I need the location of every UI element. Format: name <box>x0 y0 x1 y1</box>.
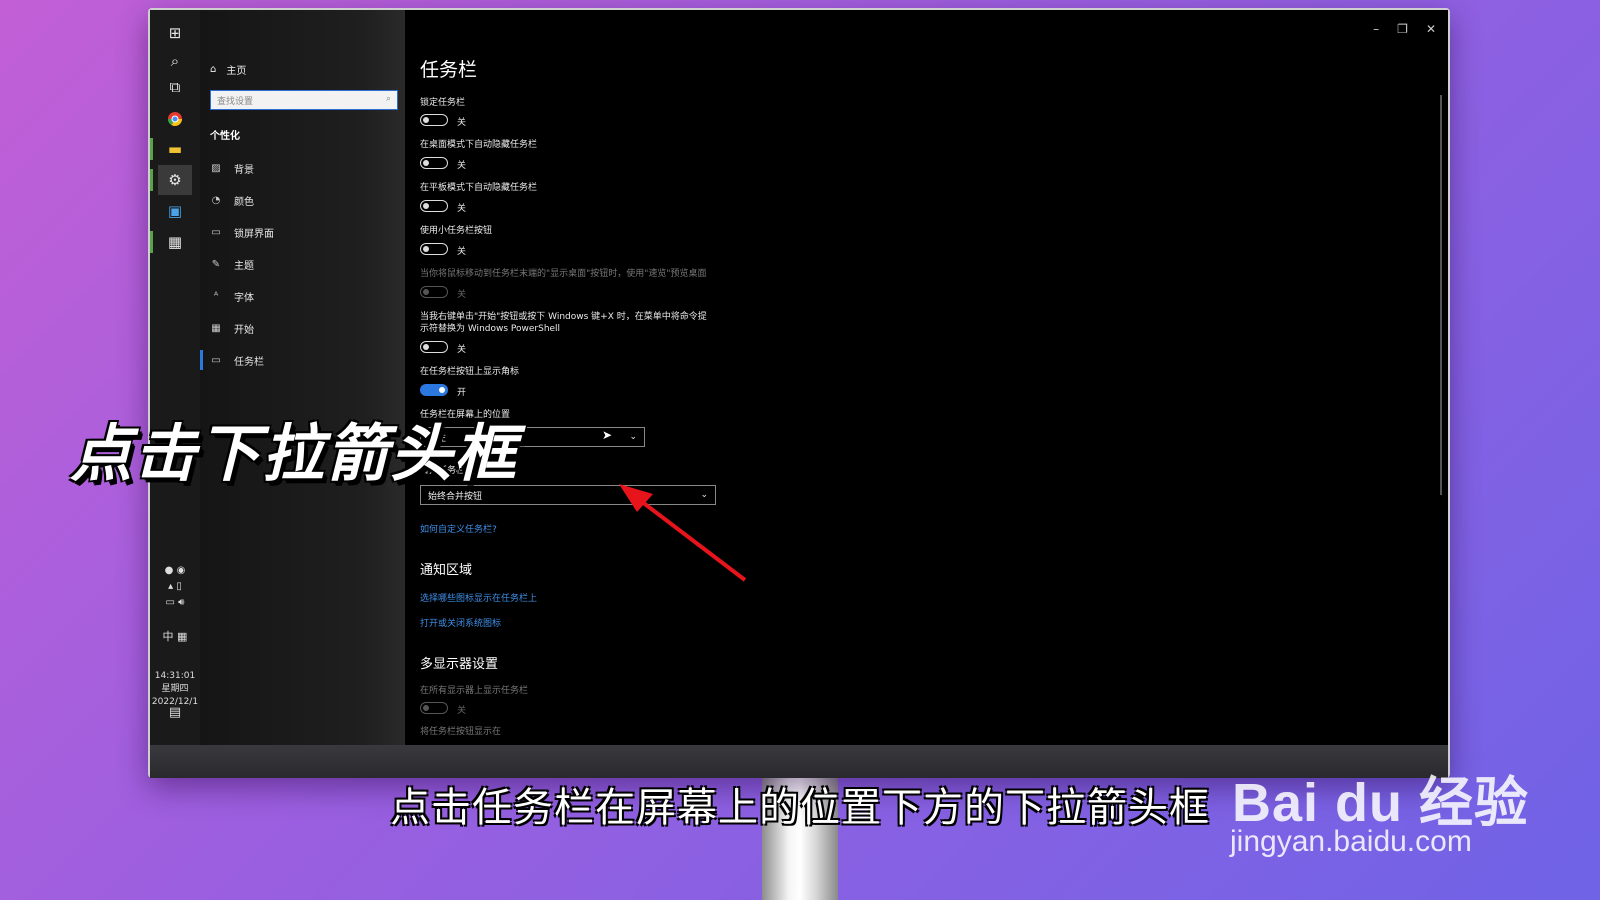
toggle-state: 关 <box>457 161 467 171</box>
setting-label: 在平板模式下自动隐藏任务栏 <box>420 183 538 193</box>
tray-icons[interactable]: ● ◉ <box>150 565 200 576</box>
monitor-frame: ⊞ ⌕ ⧉ ▬ ⚙ ▣ ▦ ● ◉ ▴ ▯ ▭ 🔊︎ 中 ▦ 14:31:01 … <box>148 8 1450 778</box>
font-icon: ᴬ <box>213 290 219 302</box>
powershell-toggle[interactable] <box>420 341 448 353</box>
multi-display-heading: 多显示器设置 <box>420 657 499 672</box>
clock[interactable]: 14:31:01 星期四 2022/12/1 <box>150 670 200 709</box>
nav-item-background[interactable]: ▨ 背景 <box>210 158 254 178</box>
toggle-state: 关 <box>457 706 467 716</box>
nav-section-title: 个性化 <box>210 131 240 142</box>
nav-item-fonts[interactable]: ᴬ 字体 <box>210 286 254 306</box>
peek-toggle <box>420 286 448 298</box>
file-explorer-icon[interactable]: ▬ <box>150 134 192 164</box>
restore-icon[interactable]: ❐ <box>1397 22 1408 36</box>
toggle-state: 关 <box>457 290 467 300</box>
red-arrow-annotation <box>619 484 747 582</box>
lock-taskbar-toggle[interactable] <box>420 114 448 126</box>
setting-label: 当我右键单击"开始"按钮或按下 Windows 键+X 时，在菜单中将命令提示符… <box>420 312 707 334</box>
toggle-state: 关 <box>457 118 467 128</box>
notify-heading: 通知区域 <box>420 563 473 578</box>
ime-indicator[interactable]: 中 ▦ <box>150 628 200 644</box>
scrollbar[interactable] <box>1440 95 1442 495</box>
theme-icon: ✎ <box>211 258 221 270</box>
setting-label: 使用小任务栏按钮 <box>420 226 493 236</box>
settings-app-icon[interactable]: ⚙ <box>150 165 192 195</box>
autohide-tablet-toggle[interactable] <box>420 200 448 212</box>
minimize-icon[interactable]: – <box>1373 22 1379 36</box>
nav-item-themes[interactable]: ✎ 主题 <box>210 254 254 274</box>
nav-item-colors[interactable]: ◔ 颜色 <box>210 190 254 210</box>
notify-icons-link[interactable]: 选择哪些图标显示在任务栏上 <box>420 591 537 604</box>
photos-app-icon[interactable]: ▣ <box>158 196 192 226</box>
setting-label: 在桌面模式下自动隐藏任务栏 <box>420 140 538 150</box>
lockscreen-icon: ▭ <box>211 226 221 238</box>
small-buttons-toggle[interactable] <box>420 243 448 255</box>
multi-display-label: 在所有显示器上显示任务栏 <box>420 686 529 696</box>
usb-icon[interactable]: ▴ ▯ <box>150 581 200 592</box>
badges-toggle[interactable] <box>420 384 448 396</box>
chrome-app-icon[interactable] <box>158 104 192 134</box>
mouse-cursor-icon: ➤ <box>602 428 613 442</box>
settings-nav: ⌂ 主页 查找设置 ⌕ 个性化 ▨ 背景 ◔ 颜色 ▭ 锁屏界面 ✎ 主题 ᴬ … <box>200 10 405 745</box>
multi-display-toggle <box>420 702 448 714</box>
windows-taskbar: ⊞ ⌕ ⧉ ▬ ⚙ ▣ ▦ ● ◉ ▴ ▯ ▭ 🔊︎ 中 ▦ 14:31:01 … <box>150 10 200 745</box>
notification-icon[interactable]: ▤ <box>150 705 200 720</box>
customize-link[interactable]: 如何自定义任务栏? <box>420 522 497 535</box>
start-icon: ▦ <box>211 322 221 334</box>
taskbar-icon: ▭ <box>211 354 221 366</box>
home-icon: ⌂ <box>210 64 217 75</box>
toggle-state: 关 <box>457 204 467 214</box>
page-title: 任务栏 <box>420 59 478 81</box>
image-icon: ▨ <box>211 162 221 174</box>
setting-label: 当你将鼠标移动到任务栏末端的"显示桌面"按钮时，使用"速览"预览桌面 <box>420 269 707 279</box>
palette-icon: ◔ <box>211 194 221 206</box>
windows-start-icon[interactable]: ⊞ <box>160 20 190 46</box>
search-icon[interactable]: ⌕ <box>160 48 190 74</box>
settings-content: – ❐ ✕ 任务栏 锁定任务栏 关 在桌面模式下自动隐藏任务栏 关 在平板模式下… <box>405 10 1448 745</box>
task-view-icon[interactable]: ⧉ <box>160 74 190 100</box>
volume-icon[interactable]: ▭ 🔊︎ <box>150 597 200 608</box>
search-icon: ⌕ <box>385 94 391 104</box>
toggle-state: 关 <box>457 247 467 257</box>
nav-home[interactable]: ⌂ 主页 <box>210 62 246 77</box>
autohide-desktop-toggle[interactable] <box>420 157 448 169</box>
window-controls: – ❐ ✕ <box>1373 22 1436 36</box>
nav-item-start[interactable]: ▦ 开始 <box>210 318 254 338</box>
system-icons-link[interactable]: 打开或关闭系统图标 <box>420 616 501 629</box>
toggle-state: 关 <box>457 345 467 355</box>
setting-label: 将任务栏按钮显示在 <box>420 727 502 737</box>
search-input[interactable]: 查找设置 ⌕ <box>210 90 398 110</box>
app-icon[interactable]: ▦ <box>150 227 192 257</box>
nav-item-lockscreen[interactable]: ▭ 锁屏界面 <box>210 222 274 242</box>
chevron-down-icon: ⌄ <box>629 432 637 442</box>
close-icon[interactable]: ✕ <box>1426 22 1436 36</box>
setting-label: 在任务栏按钮上显示角标 <box>420 367 520 377</box>
setting-label: 锁定任务栏 <box>420 98 466 108</box>
screen: ⊞ ⌕ ⧉ ▬ ⚙ ▣ ▦ ● ◉ ▴ ▯ ▭ 🔊︎ 中 ▦ 14:31:01 … <box>150 10 1448 745</box>
baidu-watermark-url: jingyan.baidu.com <box>1230 825 1472 858</box>
toggle-state: 开 <box>457 388 467 398</box>
nav-item-taskbar[interactable]: ▭ 任务栏 <box>200 350 264 370</box>
big-caption: 点击下拉箭头框 <box>70 417 519 490</box>
